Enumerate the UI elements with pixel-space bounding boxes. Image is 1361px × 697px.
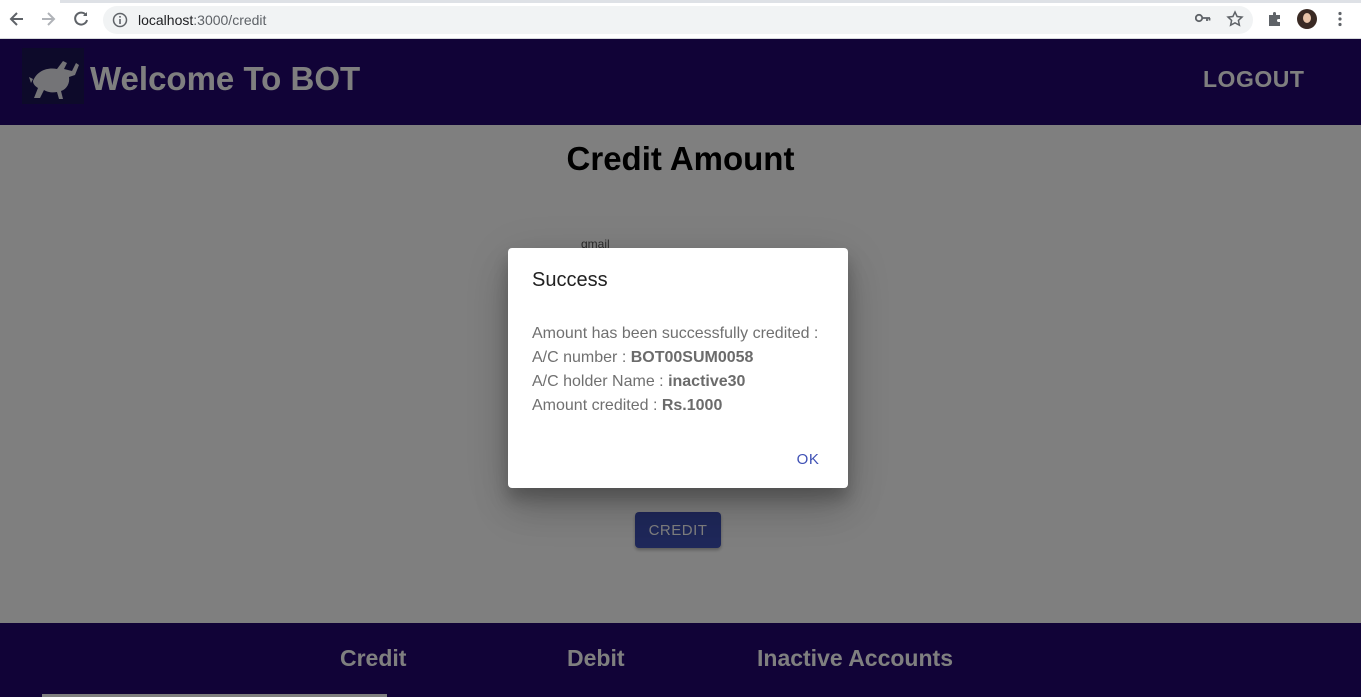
holder-name: inactive30 <box>668 373 746 390</box>
address-bar[interactable]: localhost:3000/credit <box>103 6 1253 34</box>
browser-toolbar: localhost:3000/credit <box>0 0 1361 39</box>
dialog-message: Amount has been successfully credited : … <box>532 322 818 418</box>
dialog-line-intro: Amount has been successfully credited : <box>532 325 819 342</box>
account-number: BOT00SUM0058 <box>630 349 754 366</box>
reload-icon[interactable] <box>70 8 92 30</box>
avatar[interactable] <box>1297 9 1317 29</box>
amount-value: Rs.1000 <box>661 397 723 414</box>
puzzle-icon[interactable] <box>1266 10 1284 28</box>
dialog-title: Success <box>532 269 608 291</box>
more-vert-icon[interactable] <box>1331 10 1349 28</box>
key-icon[interactable] <box>1194 11 1213 29</box>
url-path: :3000/credit <box>193 12 267 28</box>
url-text: localhost:3000/credit <box>138 12 266 28</box>
forward-arrow-icon[interactable] <box>37 8 59 30</box>
url-host: localhost <box>138 12 194 28</box>
ok-button[interactable]: OK <box>778 451 838 473</box>
info-icon[interactable] <box>112 12 128 28</box>
dialog-line-holder: A/C holder Name : inactive30 <box>532 370 818 394</box>
holder-label: A/C holder Name : <box>532 373 669 390</box>
dialog-line-account: A/C number : BOT00SUM0058 <box>532 346 818 370</box>
star-icon[interactable] <box>1226 10 1244 28</box>
account-label: A/C number : <box>532 349 631 366</box>
back-arrow-icon[interactable] <box>6 8 28 30</box>
amount-label: Amount credited : <box>532 397 662 414</box>
dialog-line-amount: Amount credited : Rs.1000 <box>532 394 818 418</box>
tab-strip <box>0 0 1361 3</box>
